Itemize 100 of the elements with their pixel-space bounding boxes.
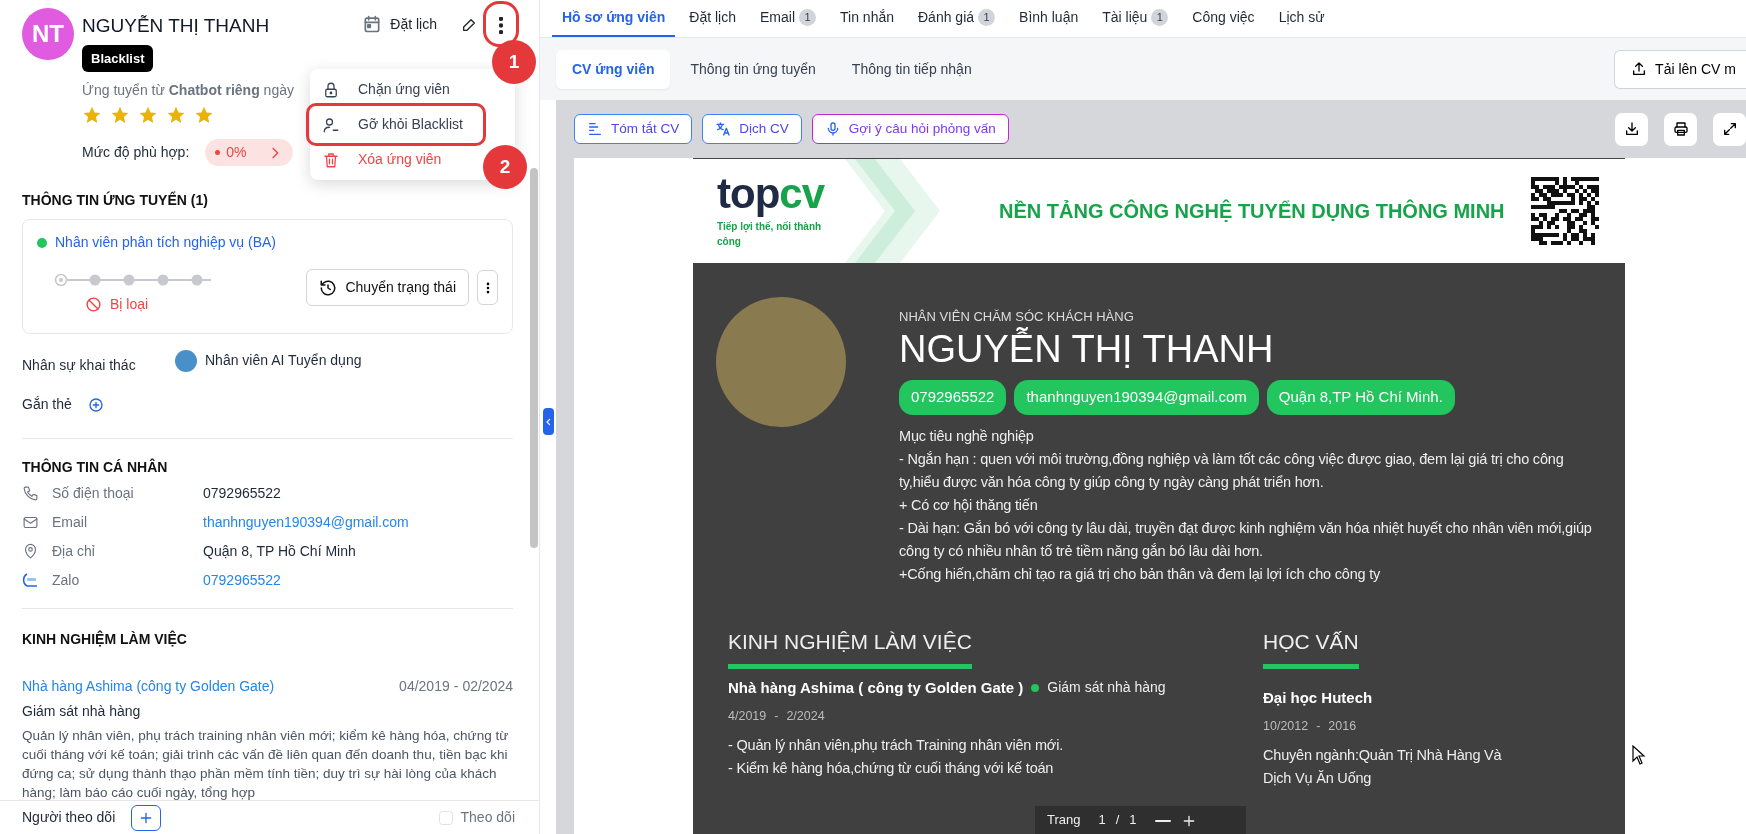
objective-text: Mục tiêu nghề nghiệp	[899, 427, 1035, 446]
page-separator: /	[1115, 811, 1120, 830]
ai-tool-button[interactable]: Dịch CV	[702, 113, 802, 145]
plus-circle-icon	[87, 396, 104, 413]
cv-role: Giám sát nhà hàng	[1047, 678, 1166, 698]
field-value: 0792965522	[203, 483, 281, 503]
avatar-initials: NT	[22, 8, 74, 60]
fullscreen-button[interactable]	[1713, 112, 1746, 146]
expand-icon	[1721, 121, 1738, 137]
cv-date: 10/2012	[1263, 718, 1309, 735]
history-icon	[319, 278, 338, 297]
cv-duty-text: - Quản lý nhân viên,phụ trách Training nhân viên mới.	[728, 735, 1065, 755]
follow-label: Theo dõi	[460, 808, 515, 827]
trash-icon	[322, 150, 340, 169]
contact-link[interactable]: thanhnguyen190394@gmail.com	[203, 511, 409, 533]
tab[interactable]: Đánh giá 1	[908, 0, 1006, 37]
tab[interactable]: Công việc	[1182, 0, 1265, 37]
cv-duty-text: - Kiểm kê hàng hóa,chứng từ cuối tháng với kế toán	[728, 758, 1055, 778]
phone-icon	[22, 484, 39, 502]
pencil-icon	[461, 17, 477, 33]
add-follower-button[interactable]	[131, 804, 162, 831]
banner-headline: NỀN TẢNG CÔNG NGHỆ TUYỂN DỤNG THÔNG MINH	[999, 198, 1505, 224]
brand-logo: topcv	[717, 173, 826, 215]
objective-text: + Có cơ hội thăng tiến	[899, 496, 1039, 515]
change-status-button[interactable]: Chuyển trạng thái	[306, 269, 469, 306]
date-separator: -	[1316, 718, 1321, 735]
job-description: Quản lý nhân viên, phụ trách training nhân viên mới; kiểm kê hàng hóa, chứng từ cuối tháng với kế toán; giải trình các vấn đề liên quan đến doanh thu, tiền bạc khi đứng ca; sử dụng thành thạo phần mềm tính tiền; duy trì sự hài lòng của khách hàng; làm báo cáo cuối ngày, tổng hợp	[22, 727, 510, 800]
tab[interactable]: Tài liệu 1	[1092, 0, 1179, 37]
collapse-handle[interactable]	[543, 408, 554, 435]
tab[interactable]: Đặt lịch	[679, 0, 746, 37]
cv-date: 4/2019	[728, 708, 767, 725]
cv-name: NGUYỄN THỊ THANH	[899, 326, 1275, 372]
scrollbar[interactable]	[530, 168, 538, 548]
contact-pill: 0792965522	[899, 380, 1007, 415]
objective-text: - Dài hạn: Gắn bó với công ty lâu dài, truyền đạt được kinh nghiệm văn hóa nhiệt huyết cho nhân viên mới,giúp công ty có nhiều nhân tố trẻ tiềm năng gắn bó lâu dài hơn.	[899, 519, 1593, 561]
tab[interactable]: CV ứng viên	[556, 49, 671, 89]
upload-cv-button[interactable]: Tải lên CV m	[1614, 49, 1746, 89]
cv-major: Chuyên ngành:Quản Trị Nhà Hàng Và Dịch Vụ Ăn Uống	[1263, 745, 1503, 788]
star-icon	[194, 105, 214, 125]
zalo-icon	[22, 572, 40, 588]
count-badge: 1	[799, 9, 817, 26]
follow-checkbox[interactable]	[438, 810, 453, 825]
menu-item[interactable]: Gỡ khỏi Blacklist	[310, 107, 482, 142]
ai-tool-button[interactable]: Gợi ý câu hỏi phỏng vấn	[811, 113, 1009, 145]
page-total: 1	[1129, 811, 1137, 830]
tab[interactable]: Bình luận	[1009, 0, 1089, 37]
field-label: Nhân sự khai thác	[22, 356, 137, 375]
date-separator: -	[774, 708, 779, 725]
field-label: Gắn thẻ	[22, 394, 72, 414]
cv-section-title: KINH NGHIỆM LÀM VIỆC	[728, 629, 972, 655]
location-pin-icon	[22, 542, 39, 560]
contact-link[interactable]: 0792965522	[203, 569, 281, 591]
followers-label: Người theo dõi	[22, 808, 116, 827]
schedule-button[interactable]: Đặt lịch	[362, 13, 437, 35]
menu-item[interactable]: Xóa ứng viên	[310, 142, 482, 177]
tab[interactable]: Lịch sử	[1268, 0, 1335, 37]
step-number-badge: 1	[492, 40, 536, 84]
section-title: KINH NGHIỆM LÀM VIỆC	[22, 629, 187, 649]
user-minus-icon	[322, 115, 340, 134]
status-dot	[37, 237, 47, 248]
more-icon	[499, 16, 503, 34]
bullet-dot	[1031, 683, 1040, 692]
print-button[interactable]	[1664, 112, 1697, 146]
application-source: Ứng tuyển từ Chatbot riêng ngày	[82, 81, 294, 100]
tab[interactable]: Tin nhắn	[830, 0, 904, 37]
ban-icon	[85, 296, 102, 313]
menu-item[interactable]: Chặn ứng viên	[310, 72, 482, 107]
objective-text: +Cống hiến,chăm chỉ tạo ra giá trị cho bản thân và đem lại lợi ích cho công ty	[899, 565, 1382, 584]
field-label: Địa chỉ	[52, 541, 96, 561]
count-badge: 1	[1151, 9, 1169, 26]
count-badge: 1	[978, 9, 996, 26]
tab[interactable]: Email 1	[750, 0, 827, 37]
upload-icon	[1631, 61, 1648, 77]
ai-tool-button[interactable]: Tóm tắt CV	[574, 113, 693, 145]
star-icon	[166, 105, 186, 125]
cv-section-title: HỌC VẤN	[1263, 629, 1359, 655]
date-range-start: 04/2019	[399, 677, 450, 696]
page-label: Trang	[1047, 811, 1081, 830]
avatar-placeholder	[175, 350, 197, 372]
job-link[interactable]: Nhân viên phân tích nghiệp vụ (BA)	[55, 232, 277, 253]
blacklist-tag: Blacklist	[82, 44, 154, 72]
cv-date: 2016	[1328, 718, 1357, 735]
translate-icon	[715, 121, 732, 137]
recruiter-name: Nhân viên AI Tuyển dụng	[205, 351, 362, 370]
tab[interactable]: Thông tin ứng tuyển	[674, 49, 832, 89]
cv-position: NHÂN VIÊN CHĂM SÓC KHÁCH HÀNG	[899, 308, 1135, 326]
section-title: THÔNG TIN ỨNG TUYỂN (1)	[22, 190, 208, 210]
contact-pill: thanhnguyen190394@gmail.com	[1014, 380, 1259, 415]
field-label: Email	[52, 512, 88, 532]
date-separator: -	[453, 677, 459, 696]
download-button[interactable]	[1615, 112, 1648, 146]
cv-school: Đại học Hutech	[1263, 687, 1374, 708]
cv-company: Nhà hàng Ashima ( công ty Golden Gate )	[728, 677, 1024, 698]
page-number: 1	[1098, 811, 1106, 830]
field-value: Quận 8, TP Hồ Chí Minh	[203, 541, 356, 561]
company-link[interactable]: Nhà hàng Ashima (công ty Golden Gate)	[22, 676, 275, 697]
brand-tagline: Tiếp lợi thế, nối thành công	[717, 220, 823, 249]
date-range-end: 02/2024	[462, 677, 513, 696]
tab[interactable]: Thông tin tiếp nhận	[835, 49, 988, 89]
step-number-badge: 2	[483, 145, 527, 189]
